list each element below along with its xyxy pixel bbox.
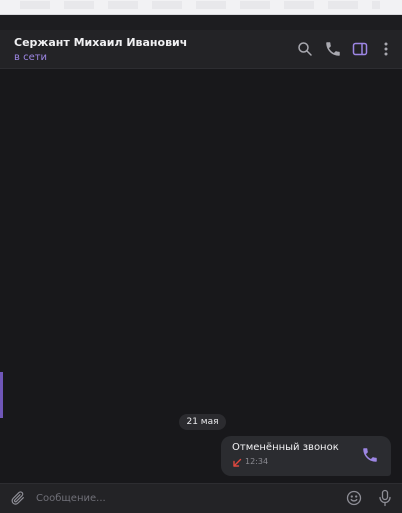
paperclip-icon[interactable] <box>10 490 26 506</box>
window-top-band <box>0 15 402 30</box>
left-accent-bar <box>0 372 3 418</box>
emoji-icon[interactable] <box>346 490 362 506</box>
message-input[interactable] <box>36 488 326 508</box>
search-icon[interactable] <box>296 40 314 58</box>
sidebar-panel-icon[interactable] <box>351 40 369 58</box>
chat-header: Сержант Михаил Иванович в сети <box>0 30 402 69</box>
call-message-bubble[interactable]: Отменённый звонок 12:34 <box>221 436 391 476</box>
microphone-icon[interactable] <box>377 489 393 507</box>
contact-name[interactable]: Сержант Михаил Иванович <box>14 36 187 49</box>
date-separator: 21 мая <box>179 414 226 430</box>
missed-call-arrow-icon <box>232 458 242 468</box>
top-browser-strip <box>0 0 402 15</box>
call-back-phone-icon[interactable] <box>361 446 379 464</box>
phone-icon[interactable] <box>324 40 342 58</box>
call-status-label: Отменённый звонок <box>232 442 339 453</box>
message-composer <box>0 483 402 513</box>
faded-top-content <box>20 1 380 9</box>
contact-status: в сети <box>14 52 48 63</box>
more-vertical-icon[interactable] <box>377 40 395 58</box>
message-time: 12:34 <box>245 457 269 466</box>
